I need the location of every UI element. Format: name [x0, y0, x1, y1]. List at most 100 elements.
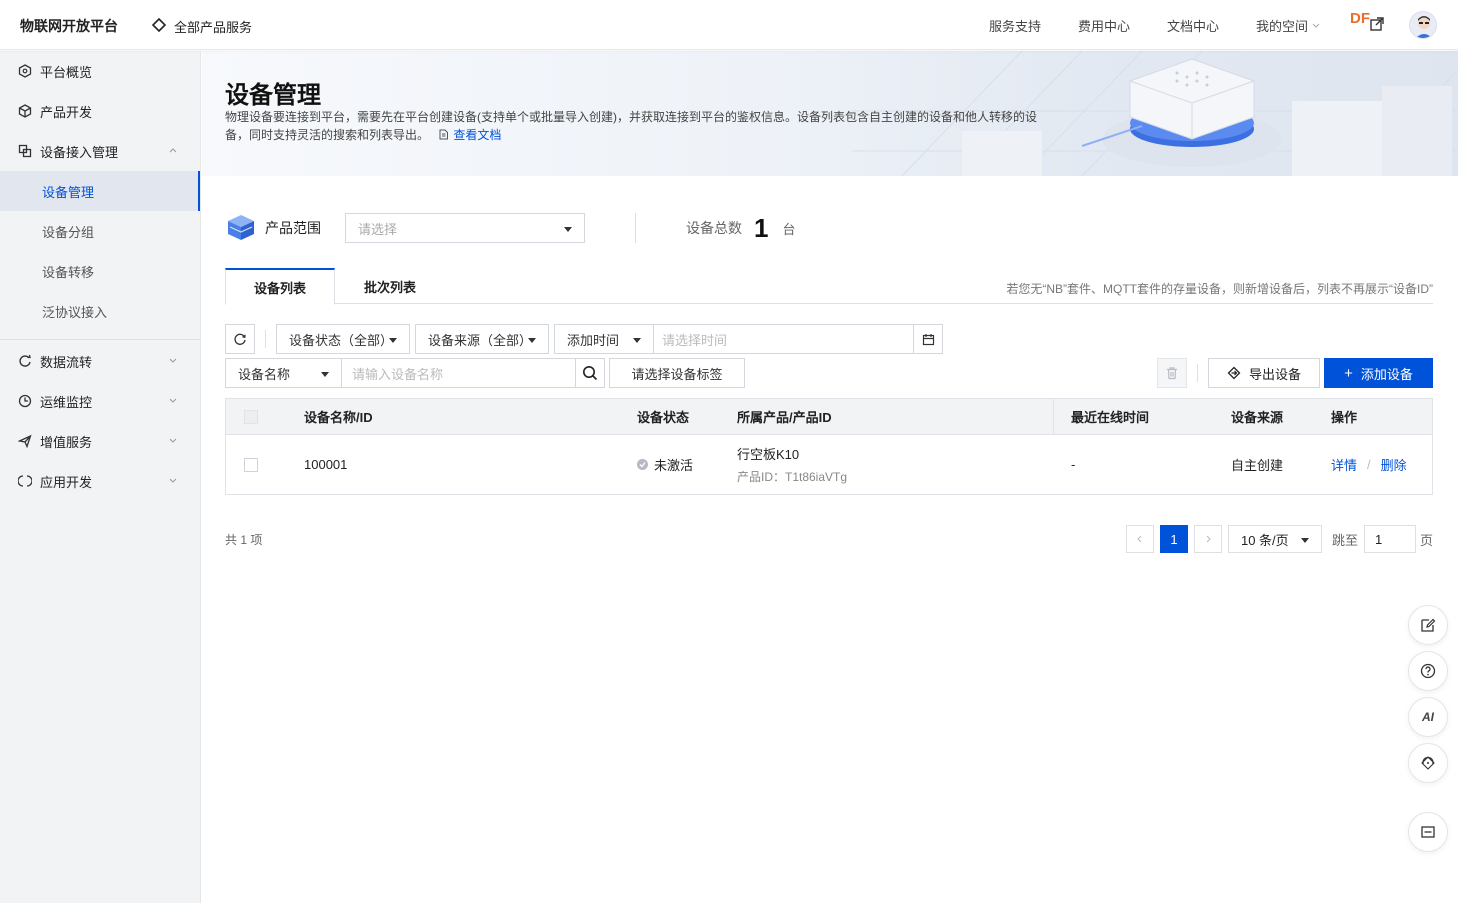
sidebar-item-label: 产品开发 [40, 104, 93, 120]
sidebar-item-value-added[interactable]: 增值服务 [0, 421, 200, 461]
document-icon [439, 129, 449, 140]
help-button[interactable] [1408, 651, 1448, 691]
collapse-button[interactable] [1408, 812, 1448, 852]
tab-device-list[interactable]: 设备列表 [225, 268, 335, 305]
table-header: 设备名称/ID 设备状态 所属产品/产品ID 最近在线时间 设备来源 操作 [226, 399, 1432, 435]
next-page-button[interactable] [1193, 525, 1222, 553]
sidebar-item-label: 应用开发 [40, 474, 93, 490]
sidebar-item-product-dev[interactable]: 产品开发 [0, 91, 200, 131]
user-avatar[interactable] [1409, 11, 1437, 39]
minimize-icon [1421, 826, 1435, 838]
nav-service-support[interactable]: 服务支持 [989, 16, 1041, 35]
search-button[interactable] [575, 358, 605, 388]
add-device-button[interactable]: + 添加设备 [1324, 358, 1433, 388]
row-checkbox[interactable] [244, 435, 258, 494]
prev-page-button[interactable] [1125, 525, 1154, 553]
top-nav: 服务支持 费用中心 文档中心 我的空间 [989, 0, 1330, 50]
data-flow-icon [18, 354, 32, 368]
page-unit-label: 页 [1419, 532, 1433, 548]
monitor-icon [18, 394, 32, 408]
caret-down-icon [321, 372, 329, 377]
source-filter-label: 设备来源（全部） [428, 332, 533, 348]
tab-batch-list[interactable]: 批次列表 [335, 268, 445, 304]
product-id: 产品ID：T1t86iaVTg [737, 470, 848, 484]
top-bar: 物联网开放平台 全部产品服务 服务支持 费用中心 文档中心 我的空间 DF [0, 0, 1458, 50]
caret-down-icon [564, 227, 572, 232]
tabs-note: 若您无“NB”套件、MQTT套件的存量设备，则新增设备后，列表不再展示“设备ID… [1006, 282, 1433, 296]
time-range-input[interactable]: 请选择时间 [653, 324, 943, 354]
name-field-label: 设备名称 [238, 366, 291, 382]
source-filter[interactable]: 设备来源（全部） [415, 324, 549, 354]
sidebar-sub-device-transfer[interactable]: 设备转移 [0, 251, 200, 291]
feedback-button[interactable] [1408, 605, 1448, 645]
sidebar-item-device-access[interactable]: 设备接入管理 [0, 131, 200, 171]
device-tag-select[interactable]: 请选择设备标签 [609, 358, 745, 388]
df-badge[interactable]: DF [1350, 10, 1370, 27]
nav-billing-center[interactable]: 费用中心 [1078, 16, 1130, 35]
caret-down-icon [633, 338, 641, 343]
search-icon [583, 366, 598, 381]
product-range-select[interactable]: 请选择 [345, 213, 585, 243]
page-description-text: 物理设备要连接到平台，需要先在平台创建设备(支持单个或批量导入创建)，并获取连接… [225, 110, 1037, 142]
sidebar-item-data-flow[interactable]: 数据流转 [0, 341, 200, 381]
brand-title[interactable]: 物联网开放平台 [20, 16, 118, 36]
device-name: 100001 [304, 457, 348, 472]
current-page[interactable]: 1 [1159, 525, 1188, 553]
jump-page-input[interactable]: 1 [1363, 525, 1416, 553]
headset-icon [1421, 756, 1435, 770]
sidebar-sub-generic-protocol[interactable]: 泛协议接入 [0, 291, 200, 331]
sidebar-item-overview[interactable]: 平台概览 [0, 51, 200, 91]
export-devices-button[interactable]: 导出设备 [1208, 358, 1320, 388]
calendar-button[interactable] [913, 324, 942, 354]
divider [265, 330, 266, 348]
select-all-checkbox[interactable] [244, 399, 258, 434]
nav-doc-center[interactable]: 文档中心 [1167, 16, 1219, 35]
status-filter[interactable]: 设备状态（全部） [276, 324, 410, 354]
all-products-menu[interactable]: 全部产品服务 [151, 17, 253, 36]
export-devices-label: 导出设备 [1248, 366, 1301, 382]
product-range-label: 产品范围 [265, 220, 321, 236]
column-divider [1053, 399, 1054, 434]
service-button[interactable] [1408, 743, 1448, 783]
divider [635, 213, 636, 243]
plus-icon: + [1344, 364, 1353, 382]
name-field-select[interactable]: 设备名称 [225, 358, 342, 388]
time-field-label: 添加时间 [567, 332, 620, 348]
caret-down-icon [1300, 538, 1309, 543]
time-field-select[interactable]: 添加时间 [554, 324, 654, 354]
edit-icon [1421, 618, 1436, 632]
chevron-left-icon [1137, 535, 1142, 543]
device-name-search-input[interactable]: 请输入设备名称 [341, 358, 576, 388]
sidebar-sub-device-group[interactable]: 设备分组 [0, 211, 200, 251]
sidebar-item-ops-monitor[interactable]: 运维监控 [0, 381, 200, 421]
device-table: 设备名称/ID 设备状态 所属产品/产品ID 最近在线时间 设备来源 操作 10… [225, 398, 1433, 495]
product-name: 行空板K10 [737, 447, 800, 462]
product-range-row: 产品范围 请选择 设备总数 1 台 [225, 212, 795, 244]
total-count: 共 1 项 [225, 533, 263, 547]
device-total-label: 设备总数 [686, 220, 742, 236]
sidebar-sub-device-management[interactable]: 设备管理 [0, 171, 200, 211]
delete-link[interactable]: 删除 [1381, 455, 1407, 474]
chevron-down-icon [169, 478, 177, 483]
device-access-icon [18, 144, 32, 158]
last-online-time: - [1071, 457, 1076, 472]
sidebar-item-label: 增值服务 [40, 434, 93, 450]
sidebar-item-app-dev[interactable]: 应用开发 [0, 461, 200, 501]
nav-my-space[interactable]: 我的空间 [1256, 16, 1320, 35]
page-size-select[interactable]: 10 条/页 [1227, 525, 1322, 553]
device-total-value: 1 [754, 212, 769, 243]
trash-icon [1167, 367, 1177, 380]
page-title: 设备管理 [225, 82, 321, 109]
help-icon [1420, 663, 1436, 679]
chevron-down-icon [169, 438, 177, 443]
page-description: 物理设备要连接到平台，需要先在平台创建设备(支持单个或批量导入创建)，并获取连接… [225, 108, 1045, 144]
ai-assistant-button[interactable]: AI [1408, 697, 1448, 737]
refresh-button[interactable] [225, 324, 255, 354]
table-row: 100001 未激活 行空板K10 产品ID：T1t86iaVTg - 自主创建… [226, 435, 1432, 494]
view-docs-link[interactable]: 查看文档 [438, 128, 501, 142]
all-products-label: 全部产品服务 [174, 20, 253, 35]
batch-delete-button[interactable] [1157, 358, 1187, 388]
pagination: 1 10 条/页 跳至 1 页 [1125, 525, 1433, 553]
external-link-icon[interactable] [1369, 16, 1385, 35]
detail-link[interactable]: 详情 [1331, 455, 1357, 474]
